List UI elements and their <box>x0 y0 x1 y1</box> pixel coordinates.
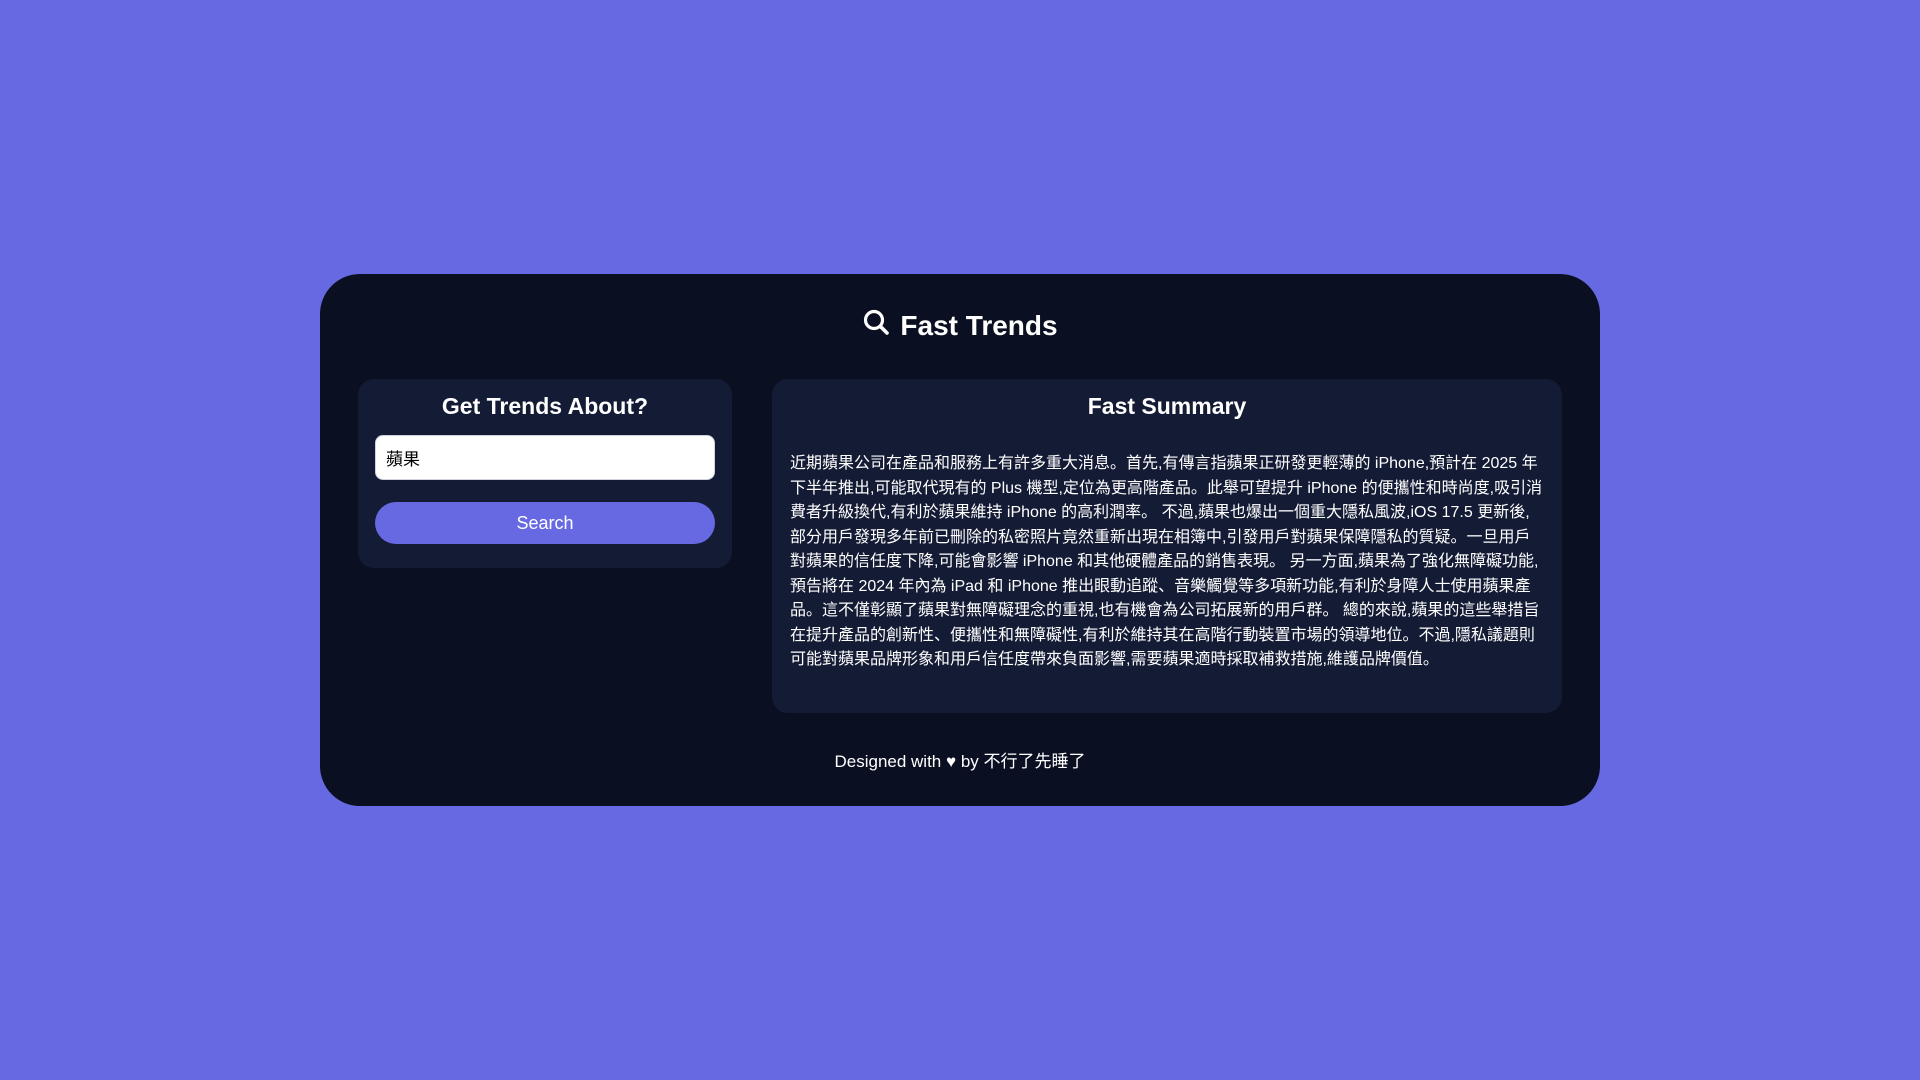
search-icon <box>862 308 890 343</box>
summary-panel: Fast Summary 近期蘋果公司在產品和服務上有許多重大消息。首先,有傳言… <box>772 379 1562 713</box>
app-title-text: Fast Trends <box>900 309 1058 341</box>
heart-icon: ♥ <box>946 752 957 771</box>
main-card: Fast Trends Get Trends About? Search Fas… <box>320 274 1600 806</box>
search-input[interactable] <box>375 435 715 480</box>
footer: Designed with ♥ by 不行了先睡了 <box>320 747 1600 772</box>
app-title: Fast Trends <box>320 308 1600 343</box>
search-panel-heading: Get Trends About? <box>441 393 649 419</box>
footer-suffix: by 不行了先睡了 <box>960 752 1086 771</box>
summary-panel-heading: Fast Summary <box>1087 393 1247 419</box>
search-button[interactable]: Search <box>375 502 715 544</box>
search-panel: Get Trends About? Search <box>358 379 732 568</box>
summary-text: 近期蘋果公司在產品和服務上有許多重大消息。首先,有傳言指蘋果正研發更輕薄的 iP… <box>790 455 1543 668</box>
footer-prefix: Designed with <box>834 752 942 771</box>
